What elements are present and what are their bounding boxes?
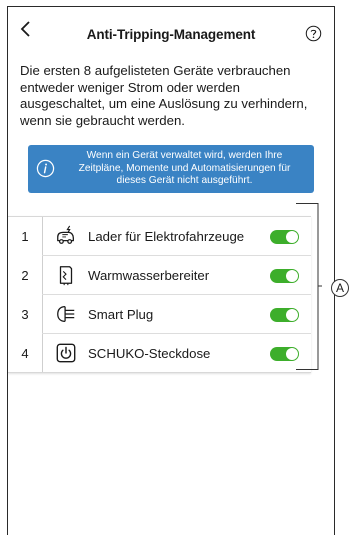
device-index: 4 (21, 346, 29, 361)
info-banner: Wenn ein Gerät verwaltet wird, werden Ih… (28, 145, 314, 193)
device-list: 1 Lader für Elektrofahrzeuge 2 Warmwasse… (8, 216, 311, 373)
app-screen: Anti-Tripping-Management Die ersten 8 au… (7, 6, 335, 535)
device-row[interactable]: 1 Lader für Elektrofahrzeuge (8, 217, 311, 256)
schuko-socket-icon (56, 343, 76, 363)
info-banner-text: Wenn ein Gerät verwaltet wird, werden Ih… (78, 150, 291, 187)
callout-bracket (296, 203, 322, 370)
device-name: Smart Plug (88, 307, 154, 322)
water-heater-icon (59, 266, 73, 286)
device-name: Warmwasserbereiter (88, 268, 210, 283)
smart-plug-icon (57, 306, 75, 322)
device-row[interactable]: 2 Warmwasserbereiter (8, 256, 311, 295)
callout-label: A (331, 279, 349, 297)
device-name: SCHUKO-Steckdose (88, 346, 211, 361)
device-row[interactable]: 3 Smart Plug (8, 295, 311, 334)
info-icon (36, 159, 55, 178)
intro-text: Die ersten 8 aufgelisteten Geräte verbra… (20, 63, 308, 128)
help-icon[interactable] (305, 25, 322, 42)
device-index: 1 (21, 229, 29, 244)
device-toggle[interactable] (270, 230, 299, 244)
ev-charger-icon (57, 225, 74, 244)
device-toggle[interactable] (270, 347, 299, 361)
header: Anti-Tripping-Management (8, 7, 334, 51)
device-name: Lader für Elektrofahrzeuge (88, 229, 245, 244)
page-title: Anti-Tripping-Management (86, 27, 256, 42)
device-index: 2 (21, 268, 29, 283)
device-row[interactable]: 4 SCHUKO-Steckdose (8, 334, 311, 373)
device-toggle[interactable] (270, 269, 299, 283)
device-toggle[interactable] (270, 308, 299, 322)
device-index: 3 (21, 307, 29, 322)
